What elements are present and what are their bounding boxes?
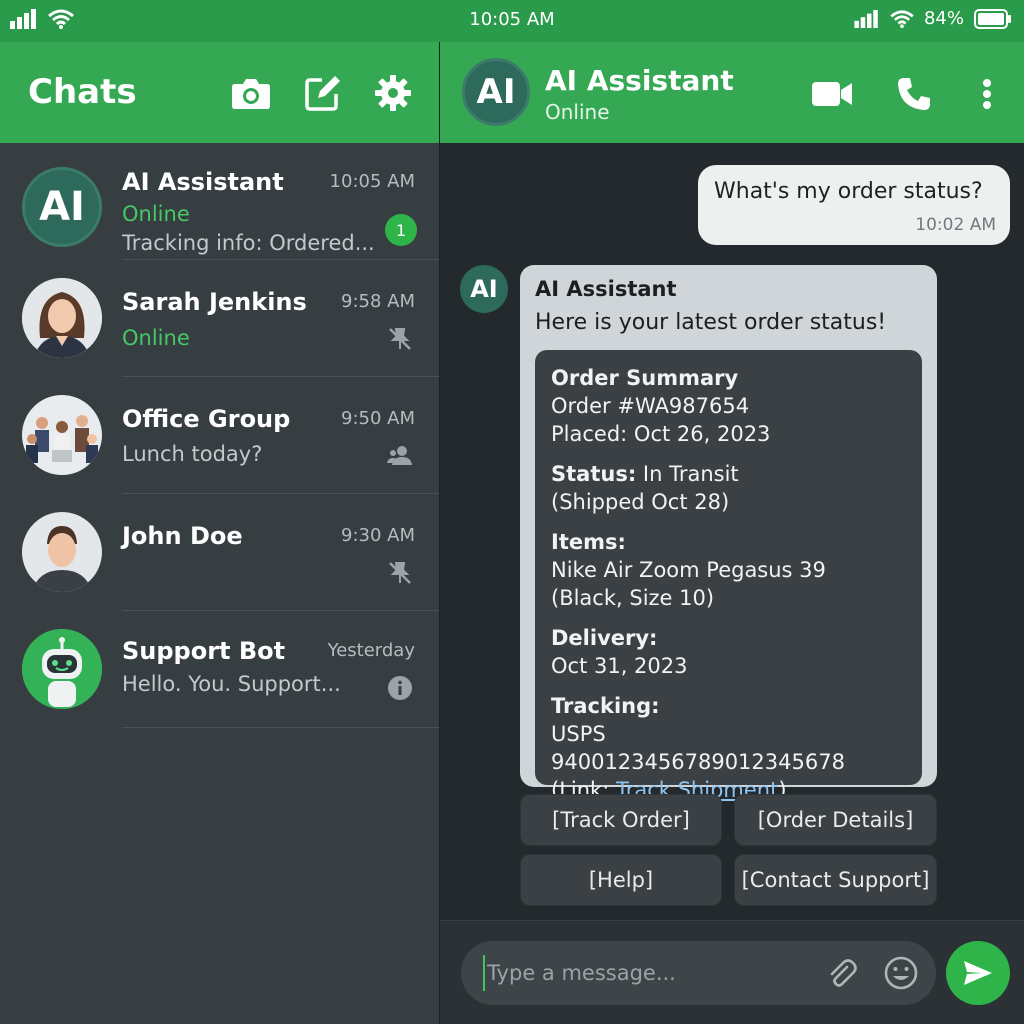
message-timestamp: 10:02 AM (915, 215, 996, 235)
chat-time: 9:58 AM (341, 291, 415, 312)
chat-list-header: Chats (0, 42, 439, 143)
chat-preview: Hello. You. Support... (122, 672, 341, 696)
chat-item-john-doe[interactable]: John Doe 9:30 AM (0, 494, 439, 611)
info-icon (388, 676, 412, 700)
order-summary-title: Order Summary (551, 366, 739, 390)
camera-button[interactable] (230, 72, 272, 114)
send-button[interactable] (946, 941, 1010, 1005)
battery-percent: 84% (923, 8, 964, 29)
unread-badge: 1 (385, 214, 417, 246)
message-input[interactable] (483, 955, 803, 991)
video-camera-icon (812, 82, 852, 106)
order-placed: Placed: Oct 26, 2023 (551, 422, 771, 446)
message-input-wrapper (461, 941, 936, 1005)
avatar (22, 629, 102, 709)
compose-icon (305, 76, 340, 111)
chats-title: Chats (28, 72, 137, 112)
more-options-button[interactable] (965, 72, 1009, 116)
chat-name: AI Assistant (122, 168, 284, 196)
paperclip-icon[interactable] (825, 957, 859, 991)
chat-time: 9:50 AM (341, 408, 415, 429)
message-composer (440, 920, 1024, 1024)
tracking-number: USPS 9400123456789012345678 (551, 722, 845, 774)
more-vertical-icon (983, 79, 991, 109)
status-bar: 10:05 AM 84% (0, 0, 1024, 42)
sender-avatar: AI (460, 265, 508, 313)
chat-name: Office Group (122, 405, 291, 433)
chat-time: 10:05 AM (329, 171, 415, 192)
contact-status: Online (545, 100, 610, 124)
avatar (22, 278, 102, 358)
quick-reply-help[interactable]: [Help] (520, 854, 722, 906)
send-icon (964, 961, 992, 985)
quick-reply-contact-support[interactable]: [Contact Support] (734, 854, 937, 906)
order-summary-card: Order Summary Order #WA987654 Placed: Oc… (535, 350, 922, 802)
conversation-pane: AI AI Assistant Online What's my order s… (440, 42, 1024, 1024)
chat-name: Support Bot (122, 637, 286, 665)
voice-call-button[interactable] (892, 72, 936, 116)
chat-list: AI AI Assistant 10:05 AM Online Tracking… (0, 143, 439, 728)
chat-item-sarah-jenkins[interactable]: Sarah Jenkins 9:58 AM Online (0, 260, 439, 377)
incoming-message: AI Assistant Here is your latest order s… (520, 265, 937, 802)
status-value: In Transit (636, 462, 739, 486)
avatar (22, 395, 102, 475)
camera-icon (232, 79, 270, 109)
conversation-header: AI AI Assistant Online (440, 42, 1024, 143)
item-name: Nike Air Zoom Pegasus 39 (551, 558, 826, 582)
chat-item-support-bot[interactable]: Support Bot Yesterday Hello. You. Suppor… (0, 611, 439, 728)
chat-time: Yesterday (327, 640, 415, 661)
video-call-button[interactable] (810, 72, 854, 116)
items-label: Items: (551, 530, 626, 554)
chat-status: Online (122, 326, 190, 350)
chat-status: Online (122, 202, 190, 226)
phone-icon (898, 78, 930, 110)
shipped-date: (Shipped Oct 28) (551, 490, 730, 514)
divider (122, 727, 439, 728)
muted-pin-icon (389, 562, 411, 584)
contact-avatar[interactable]: AI (462, 58, 530, 126)
cellular-signal-icon (854, 9, 878, 28)
chat-item-office-group[interactable]: Office Group 9:50 AM Lunch today? (0, 377, 439, 494)
chat-preview: Lunch today? (122, 442, 263, 466)
chat-name: John Doe (122, 522, 243, 550)
item-detail: (Black, Size 10) (551, 586, 715, 610)
quick-reply-track-order[interactable]: [Track Order] (520, 794, 722, 846)
delivery-label: Delivery: (551, 626, 658, 650)
sender-name: AI Assistant (535, 277, 677, 301)
outgoing-message: What's my order status? 10:02 AM (698, 165, 1010, 245)
delivery-date: Oct 31, 2023 (551, 654, 688, 678)
avatar: AI (22, 167, 102, 247)
chat-list-pane: Chats AI AI Assistant 10:05 AM Online Tr… (0, 42, 439, 1024)
new-chat-button[interactable] (302, 72, 344, 114)
chat-preview: Tracking info: Ordered... (122, 231, 375, 255)
status-label: Status: (551, 462, 637, 486)
avatar (22, 512, 102, 592)
order-number: Order #WA987654 (551, 394, 750, 418)
tracking-label: Tracking: (551, 694, 660, 718)
chat-name: Sarah Jenkins (122, 288, 307, 316)
chat-time: 9:30 AM (341, 525, 415, 546)
muted-pin-icon (389, 328, 411, 350)
quick-reply-order-details[interactable]: [Order Details] (734, 794, 937, 846)
message-text: Here is your latest order status! (535, 310, 887, 335)
message-text: What's my order status? (714, 179, 983, 204)
emoji-icon[interactable] (883, 955, 919, 991)
gear-icon (375, 75, 411, 111)
battery-icon (974, 8, 1011, 29)
contact-name[interactable]: AI Assistant (545, 64, 734, 97)
group-icon (387, 446, 412, 465)
chat-item-ai-assistant[interactable]: AI AI Assistant 10:05 AM Online Tracking… (0, 143, 439, 260)
wifi-icon (890, 9, 914, 28)
settings-button[interactable] (372, 72, 414, 114)
